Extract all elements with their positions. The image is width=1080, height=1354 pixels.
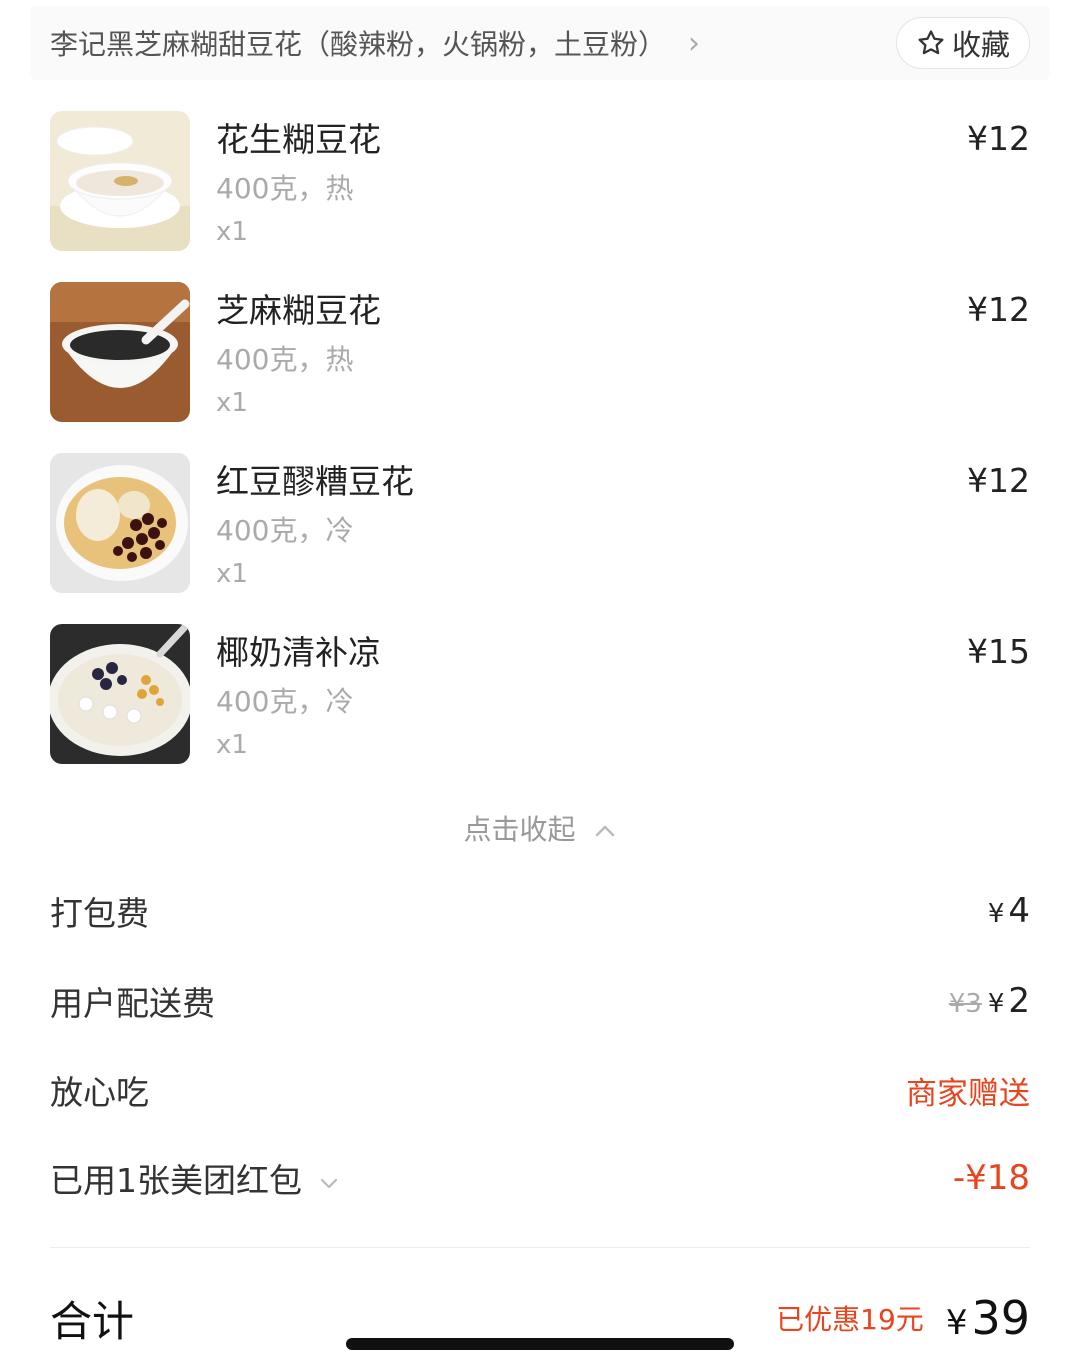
collapse-toggle[interactable]: 点击收起 (0, 808, 1080, 848)
delivery-fee-original: ¥3 (948, 989, 982, 1019)
total-label: 合计 (50, 1296, 135, 1346)
chevron-down-icon (320, 1178, 337, 1188)
currency-symbol: ¥ (987, 989, 1005, 1019)
delivery-fee-amount: 2 (1008, 981, 1030, 1021)
currency-symbol: ¥ (945, 1303, 968, 1343)
item-price: ¥12 (967, 119, 1030, 158)
store-header[interactable]: 李记黑芝麻糊甜豆花（酸辣粉，火锅粉，土豆粉） › 收藏 (30, 6, 1050, 80)
chevron-up-icon (596, 825, 615, 837)
coupon-value: -¥18 (952, 1158, 1030, 1198)
packing-fee-label: 打包费 (50, 894, 149, 933)
favorite-button[interactable]: 收藏 (896, 17, 1030, 69)
item-name: 花生糊豆花 (216, 120, 381, 159)
star-icon (918, 30, 944, 55)
item-spec: 400克，热 (216, 343, 354, 376)
chevron-right-icon: › (688, 25, 701, 61)
total-amount: 39 (971, 1291, 1030, 1345)
coupon-label-wrap[interactable]: 已用1张美团红包 (50, 1154, 339, 1202)
divider (50, 1247, 1030, 1248)
order-item[interactable]: 花生糊豆花 400克，热 x1 ¥12 (50, 111, 1030, 251)
delivery-fee-value: ¥3 ¥2 (949, 981, 1030, 1021)
delivery-fee-label: 用户配送费 (50, 984, 215, 1023)
safe-eat-label: 放心吃 (50, 1073, 149, 1112)
order-item[interactable]: 红豆醪糟豆花 400克，冷 x1 ¥12 (50, 453, 1030, 593)
total-value: ¥39 (946, 1291, 1030, 1345)
coupon-label: 已用1张美团红包 (50, 1161, 302, 1200)
store-name[interactable]: 李记黑芝麻糊甜豆花（酸辣粉，火锅粉，土豆粉） (50, 23, 666, 63)
safe-eat-row: 放心吃 商家赠送 (50, 1065, 1030, 1115)
item-quantity: x1 (216, 730, 248, 760)
delivery-fee-row: 用户配送费 ¥3 ¥2 (50, 976, 1030, 1026)
item-price: ¥12 (967, 290, 1030, 329)
item-name: 红豆醪糟豆花 (216, 462, 414, 501)
item-price: ¥12 (967, 461, 1030, 500)
safe-eat-value: 商家赠送 (906, 1075, 1030, 1112)
item-quantity: x1 (216, 217, 248, 247)
total-right: 已优惠19元 ¥39 (776, 1291, 1030, 1345)
coupon-row[interactable]: 已用1张美团红包 -¥18 (50, 1153, 1030, 1203)
packing-fee-amount: 4 (1008, 891, 1030, 931)
order-item[interactable]: 椰奶清补凉 400克，冷 x1 ¥15 (50, 624, 1030, 764)
item-quantity: x1 (216, 388, 248, 418)
item-name: 芝麻糊豆花 (216, 291, 381, 330)
discount-text: 已优惠19元 (776, 1303, 924, 1336)
packing-fee-value: ¥4 (988, 891, 1030, 931)
item-name: 椰奶清补凉 (216, 633, 381, 672)
item-price: ¥15 (967, 632, 1030, 671)
order-detail-page: 李记黑芝麻糊甜豆花（酸辣粉，火锅粉，土豆粉） › 收藏 花生糊豆花 400克，热 (0, 0, 1080, 1354)
home-indicator[interactable] (346, 1338, 734, 1350)
item-spec: 400克，冷 (216, 685, 354, 718)
currency-symbol: ¥ (987, 899, 1005, 929)
item-thumbnail (50, 111, 190, 251)
item-spec: 400克，热 (216, 172, 354, 205)
item-spec: 400克，冷 (216, 514, 354, 547)
item-thumbnail (50, 624, 190, 764)
collapse-label: 点击收起 (463, 813, 576, 846)
item-thumbnail (50, 282, 190, 422)
order-item[interactable]: 芝麻糊豆花 400克，热 x1 ¥12 (50, 282, 1030, 422)
favorite-label: 收藏 (951, 28, 1010, 62)
item-quantity: x1 (216, 559, 248, 589)
packing-fee-row: 打包费 ¥4 (50, 886, 1030, 936)
item-thumbnail (50, 453, 190, 593)
